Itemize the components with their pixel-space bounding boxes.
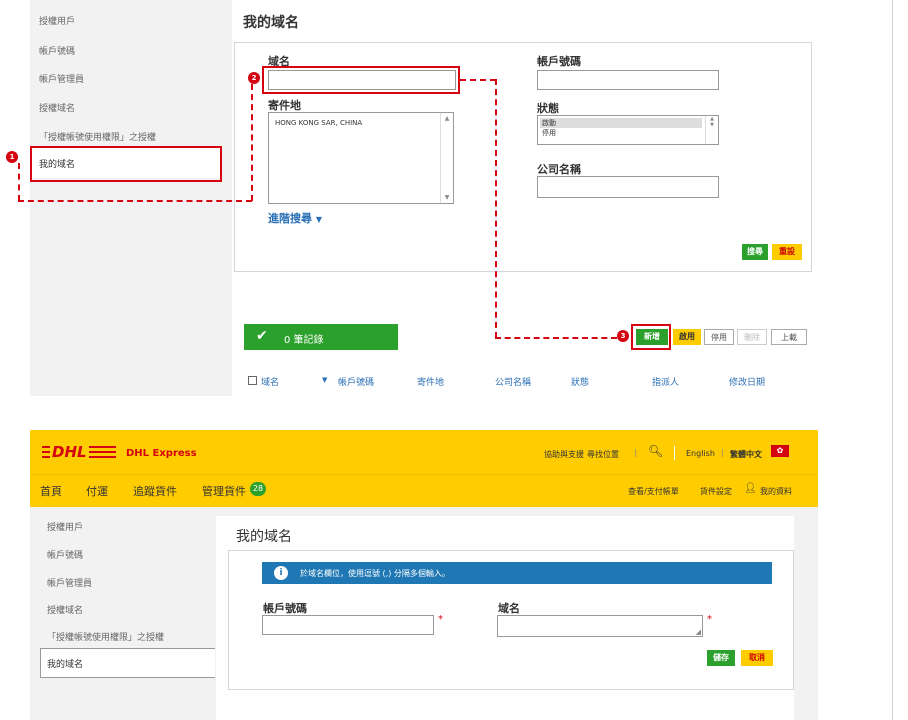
col-company[interactable]: 公司名稱	[495, 375, 531, 388]
sidebar2-item-authorized-domains[interactable]: 授權域名	[47, 603, 83, 616]
step-marker-2: 2	[248, 72, 260, 84]
save-button[interactable]: 儲存	[707, 650, 735, 666]
shipments-badge: 28	[250, 482, 266, 496]
scroll-down-icon[interactable]: ▼	[441, 194, 453, 201]
page-title: 我的域名	[243, 15, 299, 31]
status-option-disabled[interactable]: 停用	[542, 128, 556, 138]
nav-manage-shipments[interactable]: 管理貨件	[202, 483, 246, 499]
sidebar2-item-my-domains[interactable]: 我的域名	[47, 657, 83, 670]
hk-flag-icon[interactable]: ✿	[771, 445, 789, 457]
result-count-bar: ✔ 0 筆記錄	[244, 324, 398, 350]
cancel-button[interactable]: 取消	[741, 650, 773, 666]
disable-button[interactable]: 停用	[704, 329, 734, 345]
company-input[interactable]	[537, 176, 719, 198]
required-marker-account: *	[438, 614, 443, 625]
caret-down-icon: ▼	[315, 215, 322, 224]
step-marker-3: 3	[617, 330, 629, 342]
english-link[interactable]: English	[686, 449, 715, 458]
sidebar2-item-account-numbers[interactable]: 帳戶號碼	[47, 548, 83, 561]
highlight-box-new-button	[631, 324, 671, 350]
scroll-up-icon[interactable]: ▲	[441, 115, 453, 122]
separator-3: |	[721, 448, 724, 457]
sidebar-item-access-authorization[interactable]: 「授權帳號使用權限」之授權	[39, 130, 156, 143]
resize-handle-icon[interactable]: ◢	[696, 628, 701, 636]
account-input[interactable]	[537, 70, 719, 90]
separator-2	[674, 446, 675, 460]
highlight-box-domain-input	[262, 66, 460, 94]
billing-link[interactable]: 查看/支付帳單	[628, 486, 679, 497]
domain-label-2: 域名	[498, 602, 520, 615]
connector-2-horizontal	[460, 79, 496, 81]
sort-desc-icon[interactable]: ▼	[322, 376, 327, 384]
status-listbox[interactable]: 啟動 停用 ▲ ▼	[537, 115, 719, 145]
advanced-search-link[interactable]: 進階搜尋 ▼	[268, 210, 322, 226]
col-modified[interactable]: 修改日期	[729, 375, 765, 388]
connector-3-horizontal	[495, 337, 617, 339]
step-marker-1: 1	[6, 151, 18, 163]
upload-button[interactable]: 上載	[771, 329, 807, 345]
check-icon: ✔	[256, 328, 268, 344]
sidebar-item-authorized-domains[interactable]: 授權域名	[39, 101, 75, 114]
sidebar-item-account-numbers[interactable]: 帳戶號碼	[39, 44, 75, 57]
connector-1-vertical	[18, 163, 20, 201]
domain-textarea[interactable]: ◢	[497, 615, 703, 637]
sidebar2-item-access-authorization[interactable]: 「授權帳號使用權限」之授權	[47, 630, 164, 643]
reset-button[interactable]: 重設	[772, 244, 802, 260]
company-label: 公司名稱	[537, 163, 581, 176]
search-button[interactable]: 搜尋	[742, 244, 768, 260]
origin-scrollbar[interactable]: ▲ ▼	[440, 113, 453, 203]
origin-listbox[interactable]: HONG KONG SAR, CHINA ▲ ▼	[268, 112, 454, 204]
nav-track[interactable]: 追蹤貨件	[133, 483, 177, 499]
origin-option[interactable]: HONG KONG SAR, CHINA	[275, 119, 362, 127]
status-scrollbar[interactable]: ▲ ▼	[705, 116, 718, 144]
profile-link[interactable]: 我的資料	[760, 486, 792, 497]
col-account[interactable]: 帳戶號碼	[338, 375, 374, 388]
page-edge-line	[892, 0, 893, 720]
account-label-2: 帳戶號碼	[263, 602, 307, 615]
sidebar2-item-authorized-users[interactable]: 授權用戶	[47, 520, 83, 533]
sidebar2-item-account-admins[interactable]: 帳戶管理員	[47, 576, 92, 589]
enable-button[interactable]: 啟用	[673, 329, 701, 345]
find-location-link[interactable]: 尋找位置	[587, 449, 619, 460]
delete-button: 刪除	[737, 329, 767, 345]
nav-ship[interactable]: 付運	[86, 483, 108, 499]
col-origin[interactable]: 寄件地	[417, 375, 444, 388]
highlight-box-sidebar	[30, 146, 222, 182]
logo-text: DHL	[50, 442, 89, 462]
required-marker-domain: *	[707, 614, 712, 625]
chinese-link[interactable]: 繁體中文	[730, 449, 762, 460]
info-banner: i 於域名欄位，使用逗號 (,) 分隔多個輸入。	[262, 562, 772, 584]
origin-label: 寄件地	[268, 99, 301, 112]
connector-1-horizontal	[18, 200, 252, 202]
result-count-text: 0 筆記錄	[284, 335, 324, 346]
col-assigned[interactable]: 指派人	[652, 375, 679, 388]
connector-2-vertical	[495, 79, 497, 338]
info-text: 於域名欄位，使用逗號 (,) 分隔多個輸入。	[300, 569, 450, 578]
separator-1: |	[634, 448, 637, 457]
status-label: 狀態	[537, 102, 559, 115]
advanced-search-text: 進階搜尋	[268, 212, 312, 225]
sidebar-item-account-admins[interactable]: 帳戶管理員	[39, 72, 84, 85]
search-icon[interactable]: 🔍︎	[648, 444, 663, 458]
account-label: 帳戶號碼	[537, 55, 581, 68]
help-link[interactable]: 協助與支援	[544, 449, 584, 460]
brand-name: DHL Express	[126, 448, 197, 459]
user-icon[interactable]: 👤︎	[744, 483, 757, 494]
sidebar-item-authorized-users[interactable]: 授權用戶	[39, 14, 75, 27]
info-icon: i	[274, 566, 288, 580]
shipment-settings-link[interactable]: 貨件設定	[700, 486, 732, 497]
connector-1-up	[251, 84, 253, 201]
page-title-2: 我的域名	[236, 529, 292, 545]
status-option-active[interactable]: 啟動	[540, 118, 702, 128]
col-status[interactable]: 狀態	[571, 375, 589, 388]
nav-home[interactable]: 首頁	[40, 483, 62, 499]
account-input-2[interactable]	[262, 615, 434, 635]
checkbox-icon[interactable]	[248, 376, 257, 385]
dhl-logo[interactable]: DHL	[42, 442, 116, 462]
select-all-checkbox[interactable]	[248, 376, 257, 386]
col-domain[interactable]: 域名	[261, 375, 279, 388]
